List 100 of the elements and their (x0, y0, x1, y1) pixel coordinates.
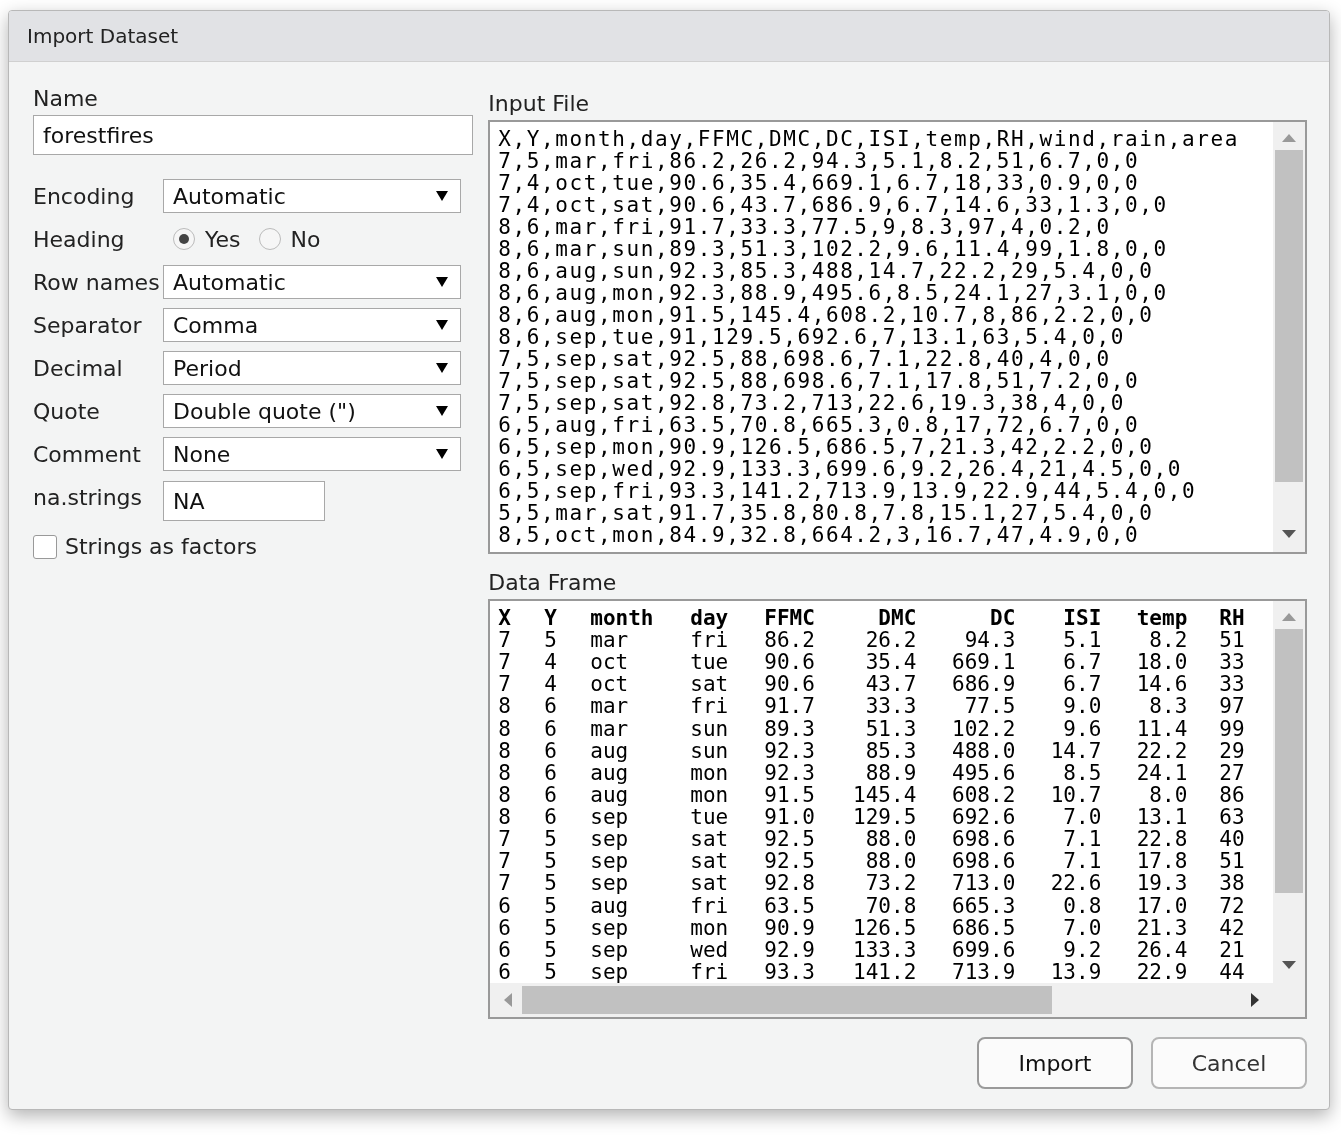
scroll-left-icon[interactable] (504, 993, 513, 1007)
table-cell-text: 10.7 (1049, 783, 1102, 806)
table-cell-text: tue (690, 651, 730, 674)
table-cell-text: 92.8 (764, 872, 816, 895)
table-cell-text: 6 (498, 916, 512, 939)
column-header: X (498, 607, 545, 629)
file-line: 6,5,sep,fri,93.3,141.2,713.9,13.9,22.9,44,5.4,0,0 (498, 480, 1198, 502)
radio-option[interactable]: Yes (173, 226, 241, 252)
table-cell-text: 88.0 (864, 850, 917, 873)
table-cell-text: sat (690, 850, 730, 873)
table-cell-text: 88.0 (864, 828, 917, 851)
table-cell-text: tue (690, 806, 730, 829)
table-cell-text: 77.5 (963, 695, 1016, 718)
dropdown[interactable]: None (163, 437, 461, 471)
scroll-up-icon[interactable] (1282, 613, 1296, 621)
table-cell-text: 6 (544, 783, 558, 806)
table-cell: 669.1 (916, 651, 1016, 674)
cancel-button[interactable]: Cancel (1151, 1037, 1307, 1089)
table-cell-text: 19.3 (1135, 872, 1188, 895)
table-cell-text: 8 (498, 783, 512, 806)
radio-option[interactable]: No (258, 226, 321, 252)
table-cell-text: 85.3 (864, 739, 917, 762)
name-field[interactable]: forestfires (33, 115, 473, 155)
table-cell-text: 44 (1218, 960, 1246, 983)
name-label: Name (33, 86, 99, 111)
table-cell-text: 40 (1218, 828, 1246, 851)
radio-icon[interactable] (258, 228, 281, 250)
table-cell-text: sep (590, 872, 630, 895)
table-cell-text: fri (690, 695, 730, 718)
table-cell-text: 63.5 (764, 894, 816, 917)
table-cell-text: 35.4 (864, 651, 917, 674)
table-cell-text: 6.7 (1062, 651, 1102, 674)
table-cell-text: 51.3 (864, 717, 917, 740)
table-cell-text: aug (590, 894, 630, 917)
table-cell-text: 21.3 (1135, 916, 1188, 939)
table-cell-text: 141.2 (852, 960, 917, 983)
table-cell-text: 91.7 (764, 695, 816, 718)
horizontal-scrollbar[interactable] (490, 983, 1273, 1017)
na-strings-field[interactable]: NA (163, 481, 325, 521)
table-cell-text: 129.5 (852, 806, 917, 829)
file-line: 6,5,sep,wed,92.9,133.3,699.6,9.2,26.4,21,4.5,0,0 (498, 458, 1183, 480)
table-cell-text: 5 (544, 916, 558, 939)
table-cell-text: 6 (544, 806, 558, 829)
table-cell-text: 665.3 (951, 894, 1016, 917)
table-cell-text: 5.1 (1062, 629, 1102, 652)
table-cell-text: aug (590, 761, 630, 784)
caret-icon (436, 320, 448, 330)
dropdown[interactable]: Automatic (163, 265, 461, 299)
table-cell-text: 102.2 (951, 717, 1016, 740)
scroll-down-icon[interactable] (1282, 530, 1296, 538)
vertical-scrollbar[interactable] (1273, 122, 1305, 552)
table-cell-text: fri (690, 894, 730, 917)
vertical-scrollbar[interactable] (1273, 601, 1305, 1017)
table-cell-text: sun (690, 739, 730, 762)
table-cell-text: 51 (1218, 850, 1246, 873)
field-label: Separator (33, 312, 143, 338)
radio-icon[interactable] (173, 228, 195, 250)
table-cell-text: sun (690, 717, 730, 740)
table-cell-text: 86.2 (764, 629, 816, 652)
table-cell-text: 7.0 (1062, 806, 1102, 829)
table-cell-text: 13.1 (1135, 806, 1188, 829)
table-cell-text: 92.5 (764, 828, 816, 851)
table-cell-text: 42 (1218, 916, 1246, 939)
table-cell-text: 26.4 (1135, 938, 1188, 961)
table-cell-text: 90.6 (764, 651, 816, 674)
table-cell-text: mar (590, 629, 630, 652)
table-cell-text: 88.9 (864, 761, 917, 784)
dropdown[interactable]: Double quote (") (163, 394, 461, 428)
file-line: 8,6,aug,mon,91.5,145.4,608.2,10.7,8,86,2.2,0,0 (498, 304, 1154, 326)
table-cell-text: 145.4 (852, 783, 917, 806)
field-label: Encoding (33, 183, 136, 209)
dropdown[interactable]: Period (163, 351, 461, 385)
table-cell-text: 6 (544, 695, 558, 718)
table-cell-text: sat (690, 673, 730, 696)
dropdown[interactable]: Comma (163, 308, 461, 342)
table-cell: 608.2 (916, 783, 1016, 806)
table-cell-text: 7 (498, 651, 512, 674)
table-cell-text: 698.6 (951, 850, 1016, 873)
table-cell-text: 5 (544, 872, 558, 895)
table-cell-text: 33.3 (864, 695, 917, 718)
table-cell-text: sep (590, 916, 630, 939)
table-cell-text: 14.7 (1049, 739, 1102, 762)
file-line: 7,5,mar,fri,86.2,26.2,94.3,5.1,8.2,51,6.7,0,0 (498, 150, 1140, 172)
import-button[interactable]: Import (977, 1037, 1133, 1089)
table-cell-text: 713.0 (951, 872, 1016, 895)
scroll-up-icon[interactable] (1282, 134, 1296, 142)
dropdown[interactable]: Automatic (163, 179, 461, 213)
scroll-right-icon[interactable] (1251, 993, 1259, 1007)
table-cell-text: sep (590, 806, 630, 829)
scroll-down-icon[interactable] (1282, 961, 1296, 969)
table-cell-text: 89.3 (764, 717, 816, 740)
table-cell-text: 698.6 (951, 828, 1016, 851)
table-cell-text: 38 (1218, 872, 1246, 895)
table-cell-text: 90.9 (764, 916, 816, 939)
checkbox-option[interactable]: Strings as factors (33, 534, 475, 559)
table-cell-text: 6 (544, 761, 558, 784)
table-cell-text: 13.9 (1049, 960, 1102, 983)
table-cell-text: 17.8 (1135, 850, 1188, 873)
checkbox[interactable] (33, 534, 57, 559)
table-cell-text: 63 (1218, 806, 1246, 829)
